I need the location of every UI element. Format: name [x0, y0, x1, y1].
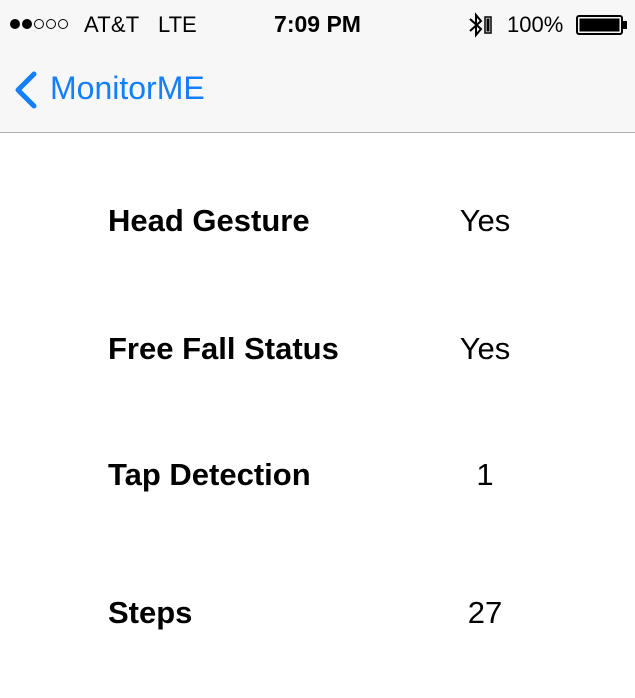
row-value: 1 — [476, 457, 494, 492]
bluetooth-icon — [469, 12, 492, 38]
row-tap-detection: Tap Detection 1 — [0, 457, 635, 497]
row-value: Yes — [459, 331, 511, 366]
row-label: Tap Detection — [108, 457, 311, 492]
row-steps: Steps 27 — [0, 595, 635, 635]
status-bar: AT&T LTE 7:09 PM 100% — [0, 0, 635, 50]
back-button[interactable]: MonitorME — [50, 70, 205, 107]
row-value: 27 — [467, 595, 503, 630]
row-label: Free Fall Status — [108, 331, 339, 366]
chevron-left-icon[interactable] — [12, 70, 40, 110]
row-value: Yes — [459, 203, 511, 238]
battery-icon — [576, 15, 627, 35]
navigation-bar: MonitorME — [0, 50, 635, 132]
top-bar: AT&T LTE 7:09 PM 100% MonitorME — [0, 0, 635, 133]
row-label: Head Gesture — [108, 203, 310, 238]
battery-percent: 100% — [507, 12, 564, 37]
row-free-fall-status: Free Fall Status Yes — [0, 331, 635, 371]
row-head-gesture: Head Gesture Yes — [0, 203, 635, 243]
row-label: Steps — [108, 595, 193, 630]
